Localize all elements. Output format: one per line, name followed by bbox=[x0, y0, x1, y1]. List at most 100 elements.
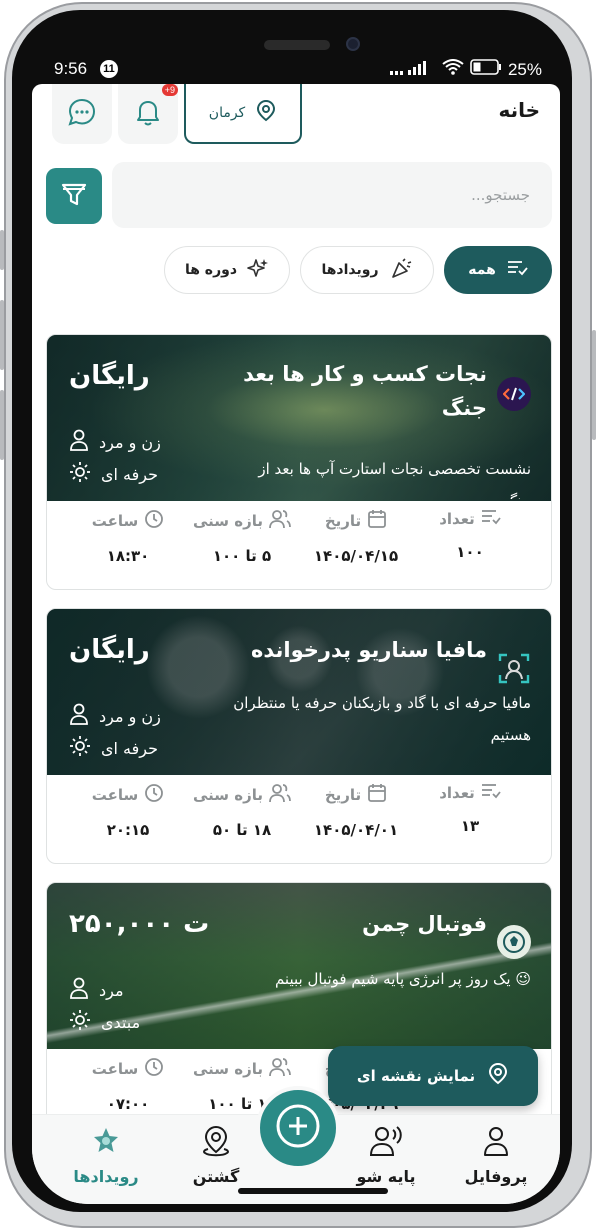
map-pin-icon bbox=[200, 1125, 232, 1161]
signal-icon bbox=[389, 60, 436, 80]
stat-date-label: تاریخ bbox=[324, 786, 362, 804]
nav-events-label: رویدادها bbox=[73, 1167, 139, 1186]
level-label: مبتدی bbox=[101, 1012, 141, 1032]
event-logo-icon bbox=[497, 925, 531, 959]
gender-label: مرد bbox=[99, 980, 124, 1000]
person-icon bbox=[69, 703, 89, 729]
chip-all[interactable]: همه bbox=[444, 246, 552, 294]
search-box[interactable] bbox=[112, 162, 552, 228]
clock-icon bbox=[144, 783, 164, 807]
calendar-icon bbox=[367, 783, 387, 807]
header: خانه کرمان +9 bbox=[32, 84, 560, 156]
app-screen: خانه کرمان +9 همه bbox=[32, 84, 560, 1204]
event-title: نجات کسب و کار ها بعد جنگ bbox=[243, 362, 487, 420]
gender-label: زن و مرد bbox=[99, 706, 161, 726]
users-icon bbox=[269, 509, 291, 533]
map-button-label: نمایش نقشه ای bbox=[356, 1067, 476, 1085]
search-input[interactable] bbox=[112, 162, 552, 228]
status-bar: 9:56 11 25% bbox=[40, 56, 556, 82]
chat-button[interactable] bbox=[52, 84, 112, 144]
calendar-icon bbox=[367, 509, 387, 533]
notifications-button[interactable]: +9 bbox=[118, 84, 178, 144]
event-title: مافیا سناریو پدرخوانده bbox=[251, 638, 487, 662]
stat-count-label: تعداد bbox=[439, 784, 475, 802]
battery-icon bbox=[470, 59, 502, 80]
stat-date-label: تاریخ bbox=[324, 512, 362, 530]
stat-age: بازه سنی ۵ تا ۱۰۰ bbox=[185, 509, 299, 585]
filter-icon bbox=[59, 179, 89, 213]
status-right: 25% bbox=[389, 59, 542, 80]
nav-explore-label: گشتن bbox=[192, 1167, 240, 1186]
home-indicator[interactable] bbox=[238, 1188, 388, 1194]
event-card[interactable]: مافیا سناریو پدرخوانده مافیا حرفه ای با … bbox=[46, 608, 552, 864]
event-title: فوتبال چمن bbox=[362, 912, 487, 936]
stat-age-label: بازه سنی bbox=[192, 1060, 264, 1078]
sun-icon bbox=[69, 1009, 91, 1035]
nav-explore[interactable]: گشتن bbox=[166, 1125, 266, 1186]
chip-courses[interactable]: دوره ها bbox=[164, 246, 290, 294]
users-icon bbox=[269, 783, 291, 807]
nav-buddy[interactable]: پایه شو bbox=[336, 1125, 436, 1186]
chip-events[interactable]: رویدادها bbox=[300, 246, 434, 294]
level-label: حرفه ای bbox=[101, 738, 158, 758]
add-event-button[interactable] bbox=[256, 1086, 340, 1170]
chip-label: همه bbox=[468, 262, 496, 278]
stat-time-value: ۱۸:۳۰ bbox=[106, 547, 150, 565]
list-icon bbox=[481, 783, 501, 803]
event-stats: تعداد ۱۳ تاریخ ۱۴۰۵/۰۴/۰۱ بازه سنی ۱۸ تا… bbox=[47, 775, 551, 859]
list-check-icon bbox=[506, 259, 528, 281]
nav-profile[interactable]: پروفایل bbox=[446, 1125, 546, 1186]
event-level: مبتدی bbox=[69, 1009, 140, 1035]
star-badge-icon bbox=[90, 1125, 122, 1161]
filter-button[interactable] bbox=[46, 168, 102, 224]
event-price: رایگان bbox=[69, 361, 150, 391]
location-pin-icon bbox=[255, 99, 277, 127]
stat-time: ساعت ۲۰:۱۵ bbox=[71, 783, 185, 859]
stat-count: تعداد ۱۰۰ bbox=[413, 509, 527, 585]
event-description: نشست تخصصی نجات استارت آپ ها بعد از جنگ bbox=[258, 460, 531, 499]
event-description: مافیا حرفه ای با گاد و بازیکنان حرفه یا … bbox=[233, 694, 531, 744]
event-description: یک روز پر انرژی پایه شیم فوتبال ببینم 😉 bbox=[274, 970, 531, 988]
notification-badge: +9 bbox=[161, 84, 178, 96]
stat-count-label: تعداد bbox=[439, 510, 475, 528]
stat-age-value: ۱۸ تا ۵۰ bbox=[212, 821, 272, 839]
person-icon bbox=[69, 977, 89, 1003]
status-notification-count: 11 bbox=[100, 60, 118, 78]
card-hero: فوتبال چمن یک روز پر انرژی پایه شیم فوتب… bbox=[47, 883, 551, 1049]
battery-level: 25% bbox=[507, 59, 542, 79]
show-map-button[interactable]: نمایش نقشه ای bbox=[328, 1046, 538, 1106]
event-card[interactable]: نجات کسب و کار ها بعد جنگ نشست تخصصی نجا… bbox=[46, 334, 552, 590]
phone-button bbox=[592, 330, 596, 440]
event-logo-icon bbox=[497, 651, 531, 685]
stat-age-value: ۵ تا ۱۰۰ bbox=[212, 547, 272, 565]
sun-icon bbox=[69, 735, 91, 761]
page-title: خانه bbox=[498, 98, 540, 122]
nav-profile-label: پروفایل bbox=[464, 1167, 528, 1186]
stat-time-label: ساعت bbox=[91, 1060, 139, 1078]
phone-button bbox=[0, 230, 4, 270]
location-button[interactable]: کرمان bbox=[184, 84, 302, 144]
user-wave-icon bbox=[369, 1125, 403, 1161]
list-icon bbox=[481, 509, 501, 529]
stat-count: تعداد ۱۳ bbox=[413, 783, 527, 859]
nav-events[interactable]: رویدادها bbox=[56, 1125, 156, 1186]
stat-time-label: ساعت bbox=[91, 786, 139, 804]
stat-date-value: ۱۴۰۵/۰۴/۱۵ bbox=[313, 547, 399, 565]
gender-label: زن و مرد bbox=[99, 432, 161, 452]
stat-time: ساعت ۱۸:۳۰ bbox=[71, 509, 185, 585]
event-logo-icon bbox=[497, 377, 531, 411]
stat-count-value: ۱۰۰ bbox=[456, 543, 484, 561]
stat-date: تاریخ ۱۴۰۵/۰۴/۰۱ bbox=[299, 783, 413, 859]
nav-buddy-label: پایه شو bbox=[356, 1167, 416, 1186]
phone-button bbox=[0, 300, 4, 370]
phone-speaker bbox=[264, 40, 330, 50]
card-hero: نجات کسب و کار ها بعد جنگ نشست تخصصی نجا… bbox=[47, 335, 551, 501]
stat-date-value: ۱۴۰۵/۰۴/۰۱ bbox=[313, 821, 399, 839]
stat-date: تاریخ ۱۴۰۵/۰۴/۱۵ bbox=[299, 509, 413, 585]
sun-icon bbox=[69, 461, 91, 487]
card-hero: مافیا سناریو پدرخوانده مافیا حرفه ای با … bbox=[47, 609, 551, 775]
user-icon bbox=[481, 1125, 511, 1161]
event-stats: تعداد ۱۰۰ تاریخ ۱۴۰۵/۰۴/۱۵ بازه سنی ۵ تا… bbox=[47, 501, 551, 585]
stat-age-label: بازه سنی bbox=[192, 512, 264, 530]
event-price: ۲۵۰,۰۰۰ ت bbox=[69, 909, 210, 939]
